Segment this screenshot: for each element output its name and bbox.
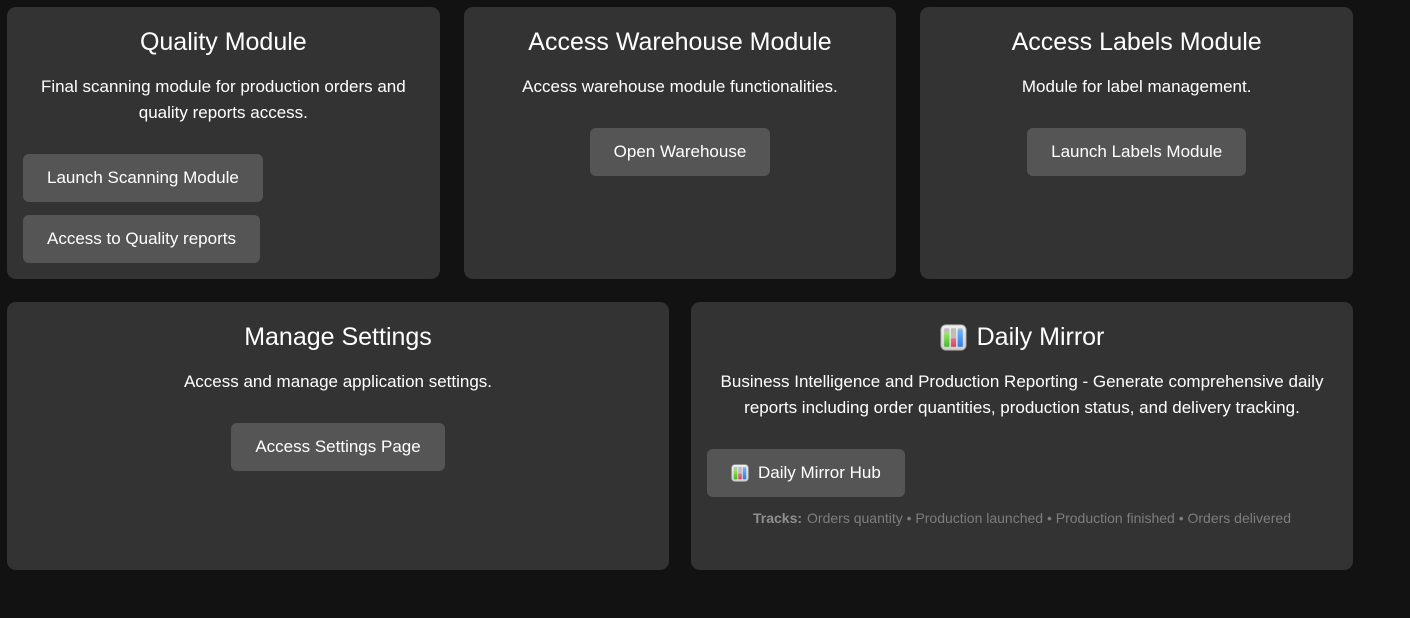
card-labels-module: Access Labels Module Module for label ma… (920, 7, 1353, 279)
card-description: Business Intelligence and Production Rep… (707, 369, 1337, 421)
card-description: Final scanning module for production ord… (23, 74, 424, 126)
card-description: Access warehouse module functionalities. (480, 74, 881, 100)
card-title: Manage Settings (23, 322, 653, 352)
card-daily-mirror: Daily Mirror Business Intelligence and P… (691, 302, 1353, 570)
daily-mirror-hub-button[interactable]: Daily Mirror Hub (707, 449, 905, 497)
tracks-label: Tracks: (753, 510, 802, 526)
card-description: Module for label management. (936, 74, 1337, 100)
module-dashboard: Quality Module Final scanning module for… (0, 0, 1410, 570)
bar-chart-icon (940, 324, 967, 351)
button-stack: Launch Scanning Module Access to Quality… (23, 154, 424, 263)
modules-row-top: Quality Module Final scanning module for… (7, 7, 1353, 279)
button-label: Daily Mirror Hub (758, 463, 881, 483)
card-quality-module: Quality Module Final scanning module for… (7, 7, 440, 279)
bar-chart-icon (731, 464, 749, 482)
open-warehouse-button[interactable]: Open Warehouse (590, 128, 771, 176)
button-stack: Daily Mirror Hub (707, 449, 1337, 497)
card-title-text: Daily Mirror (977, 322, 1105, 352)
access-settings-page-button[interactable]: Access Settings Page (231, 423, 444, 471)
card-warehouse-module: Access Warehouse Module Access warehouse… (464, 7, 897, 279)
access-quality-reports-button[interactable]: Access to Quality reports (23, 215, 260, 263)
card-title: Access Warehouse Module (480, 27, 881, 57)
tracks-footer: Tracks: Orders quantity • Production laun… (707, 510, 1337, 526)
card-title: Quality Module (23, 27, 424, 57)
button-stack: Access Settings Page (23, 423, 653, 471)
card-title: Access Labels Module (936, 27, 1337, 57)
button-stack: Launch Labels Module (936, 128, 1337, 176)
launch-labels-module-button[interactable]: Launch Labels Module (1027, 128, 1246, 176)
card-manage-settings: Manage Settings Access and manage applic… (7, 302, 669, 570)
launch-scanning-module-button[interactable]: Launch Scanning Module (23, 154, 263, 202)
button-stack: Open Warehouse (480, 128, 881, 176)
tracks-items: Orders quantity • Production launched • … (807, 510, 1291, 526)
card-title: Daily Mirror (707, 322, 1337, 352)
card-description: Access and manage application settings. (23, 369, 653, 395)
modules-row-bottom: Manage Settings Access and manage applic… (7, 302, 1353, 570)
